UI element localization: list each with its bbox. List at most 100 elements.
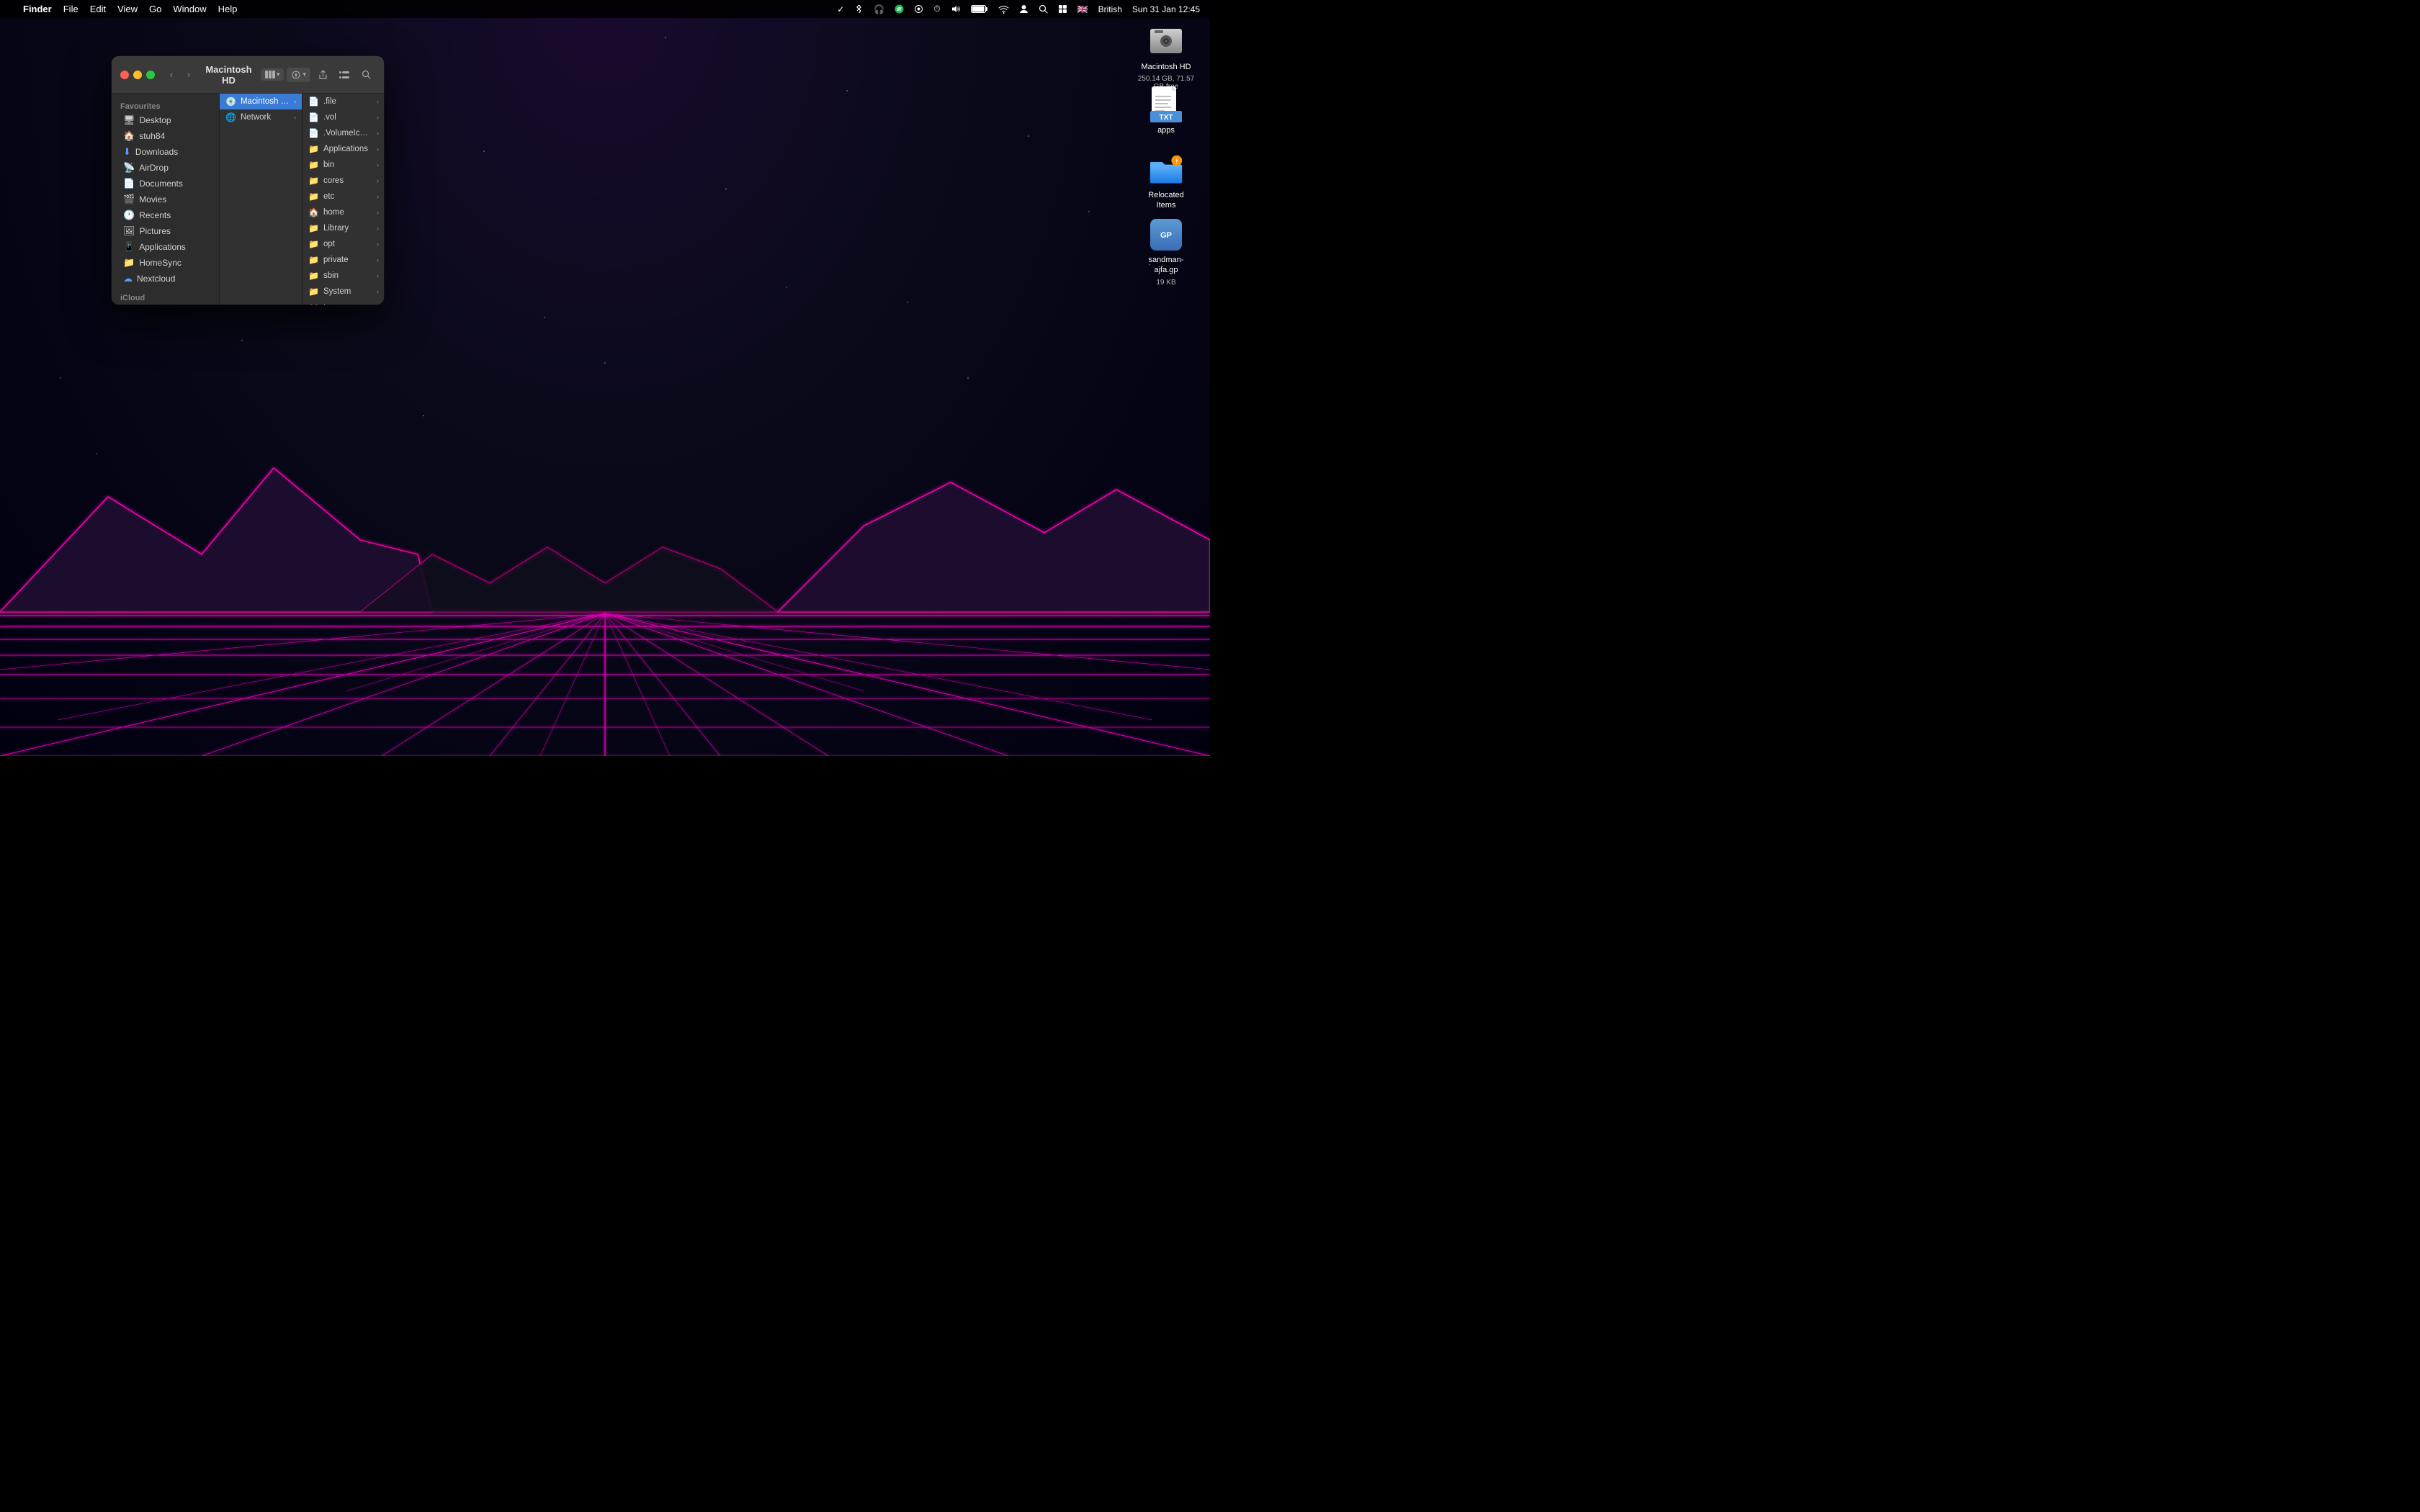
library-icon: 📁 [308, 223, 319, 233]
share-button[interactable] [313, 67, 332, 83]
sidebar-item-applications[interactable]: 📱 Applications [115, 239, 216, 255]
sandman-label: sandman-ajfa.gp [1140, 255, 1192, 276]
file-item[interactable]: 📄 .file › [302, 94, 384, 109]
home-folder-icon: 🏠 [308, 207, 319, 217]
etc-item[interactable]: 📁 etc › [302, 189, 384, 204]
desktop-icon-apps-txt[interactable]: TXT apps [1134, 85, 1198, 138]
time-machine-icon[interactable]: ⏱ [929, 0, 944, 18]
stuh84-label: stuh84 [139, 131, 165, 141]
downloads-label: Downloads [135, 147, 178, 157]
cores-icon: 📁 [308, 176, 319, 186]
apps-txt-label: apps [1157, 125, 1175, 135]
close-button[interactable] [120, 71, 129, 79]
column-panel-2: 📄 .file › 📄 .vol › 📄 .VolumeIcon.icns › … [302, 94, 384, 305]
sidebar-item-homesync[interactable]: 📁 HomeSync [115, 255, 216, 271]
menubar: Finder File Edit View Go Window Help ✓ 🎧… [0, 0, 1210, 18]
desktop-icon-macintosh-hd[interactable]: Macintosh HD 250.14 GB, 71.57 GB free [1134, 22, 1198, 94]
column-view-button[interactable]: ▾ [261, 68, 284, 81]
sbin-item[interactable]: 📁 sbin › [302, 268, 384, 284]
sidebar-item-nextcloud[interactable]: ☁ Nextcloud [115, 271, 216, 287]
system-item[interactable]: 📁 System › [302, 284, 384, 300]
forward-button[interactable]: › [181, 67, 197, 83]
sidebar-item-stuh84[interactable]: 🏠 stuh84 [115, 128, 216, 144]
search-icon[interactable] [1034, 0, 1052, 18]
home-chevron: › [377, 209, 379, 216]
sidebar-item-desktop[interactable]: 🖥 Desktop [115, 112, 216, 128]
bluetooth-icon[interactable] [850, 0, 868, 18]
recents-label: Recents [139, 210, 171, 220]
finder-sidebar: Favourites 🖥 Desktop 🏠 stuh84 ⬇ Download… [112, 94, 220, 305]
bin-icon: 📁 [308, 160, 319, 170]
spotify-icon[interactable] [890, 0, 908, 18]
sidebar-item-icloud-drive[interactable]: ☁ iCloud Drive [115, 304, 216, 305]
sidebar-item-downloads[interactable]: ⬇ Downloads [115, 144, 216, 160]
applications-item[interactable]: 📁 Applications › [302, 141, 384, 157]
private-icon: 📁 [308, 255, 319, 265]
volumeicon-chevron: › [377, 130, 379, 137]
applications-chevron: › [377, 145, 379, 153]
desktop-label: Desktop [140, 115, 171, 125]
homesync-label: HomeSync [139, 258, 182, 268]
sidebar-item-recents[interactable]: 🕐 Recents [115, 207, 216, 223]
private-item[interactable]: 📁 private › [302, 252, 384, 268]
library-item[interactable]: 📁 Library › [302, 220, 384, 236]
menu-edit[interactable]: Edit [84, 0, 112, 18]
desktop-icon-relocated-items[interactable]: ! Relocated Items [1134, 150, 1198, 214]
svg-text:!: ! [1175, 158, 1178, 165]
svg-text:GP: GP [1160, 231, 1172, 240]
bin-item[interactable]: 📁 bin › [302, 157, 384, 173]
checkmark-status: ✓ [833, 0, 848, 18]
action-button[interactable]: ▾ [287, 68, 310, 82]
tmp-icon: 📁 [308, 302, 319, 305]
vol-chevron: › [377, 114, 379, 121]
more-button[interactable] [335, 67, 354, 83]
sandman-size-label: 19 KB [1156, 279, 1175, 287]
home-item[interactable]: 🏠 home › [302, 204, 384, 220]
bin-name: bin [323, 161, 372, 169]
app-name[interactable]: Finder [17, 0, 58, 18]
sbin-icon: 📁 [308, 271, 319, 281]
tmp-item[interactable]: 📁 tmp › [302, 300, 384, 305]
menu-file[interactable]: File [58, 0, 84, 18]
maximize-button[interactable] [146, 71, 155, 79]
focus-icon[interactable] [910, 0, 928, 18]
system-name: System [323, 287, 372, 296]
cores-item[interactable]: 📁 cores › [302, 173, 384, 189]
neon-scene [0, 410, 1210, 756]
menu-go[interactable]: Go [143, 0, 167, 18]
vol-item[interactable]: 📄 .vol › [302, 109, 384, 125]
headphone-icon[interactable]: 🎧 [869, 0, 889, 18]
apple-menu[interactable] [6, 0, 17, 18]
tmp-name: tmp [323, 303, 372, 305]
battery-icon[interactable] [967, 0, 992, 18]
volume-icon[interactable] [946, 0, 965, 18]
favourites-header: Favourites [112, 99, 219, 112]
etc-chevron: › [377, 193, 379, 200]
user-icon[interactable] [1015, 0, 1033, 18]
network-item[interactable]: 🌐 Network › [220, 109, 302, 125]
back-button[interactable]: ‹ [163, 67, 179, 83]
notification-icon[interactable] [1054, 0, 1072, 18]
menu-view[interactable]: View [112, 0, 143, 18]
opt-item[interactable]: 📁 opt › [302, 236, 384, 252]
wifi-icon[interactable] [994, 0, 1013, 18]
minimize-button[interactable] [133, 71, 142, 79]
menu-help[interactable]: Help [212, 0, 243, 18]
bin-chevron: › [377, 161, 379, 168]
sidebar-item-documents[interactable]: 📄 Documents [115, 176, 216, 192]
desktop-icon-sandman-gif[interactable]: GP sandman-ajfa.gp 19 KB [1134, 215, 1198, 289]
volumeicon-item[interactable]: 📄 .VolumeIcon.icns › [302, 125, 384, 141]
toolbar-navigation: ‹ › [163, 67, 197, 83]
file-icon: 📄 [308, 96, 319, 107]
movies-sidebar-icon: 🎬 [123, 194, 135, 205]
sidebar-item-movies[interactable]: 🎬 Movies [115, 192, 216, 207]
sidebar-item-airdrop[interactable]: 📡 AirDrop [115, 160, 216, 176]
macintosh-hd-icon: 💿 [225, 96, 236, 107]
recents-sidebar-icon: 🕐 [123, 210, 135, 221]
macintosh-hd-item[interactable]: 💿 Macintosh HD › [220, 94, 302, 109]
finder-columns: 💿 Macintosh HD › 🌐 Network › 📄 .file › [220, 94, 384, 305]
sidebar-item-pictures[interactable]: 🖼 Pictures [115, 223, 216, 239]
search-button[interactable] [357, 67, 375, 83]
tmp-chevron: › [377, 304, 379, 305]
menu-window[interactable]: Window [167, 0, 212, 18]
